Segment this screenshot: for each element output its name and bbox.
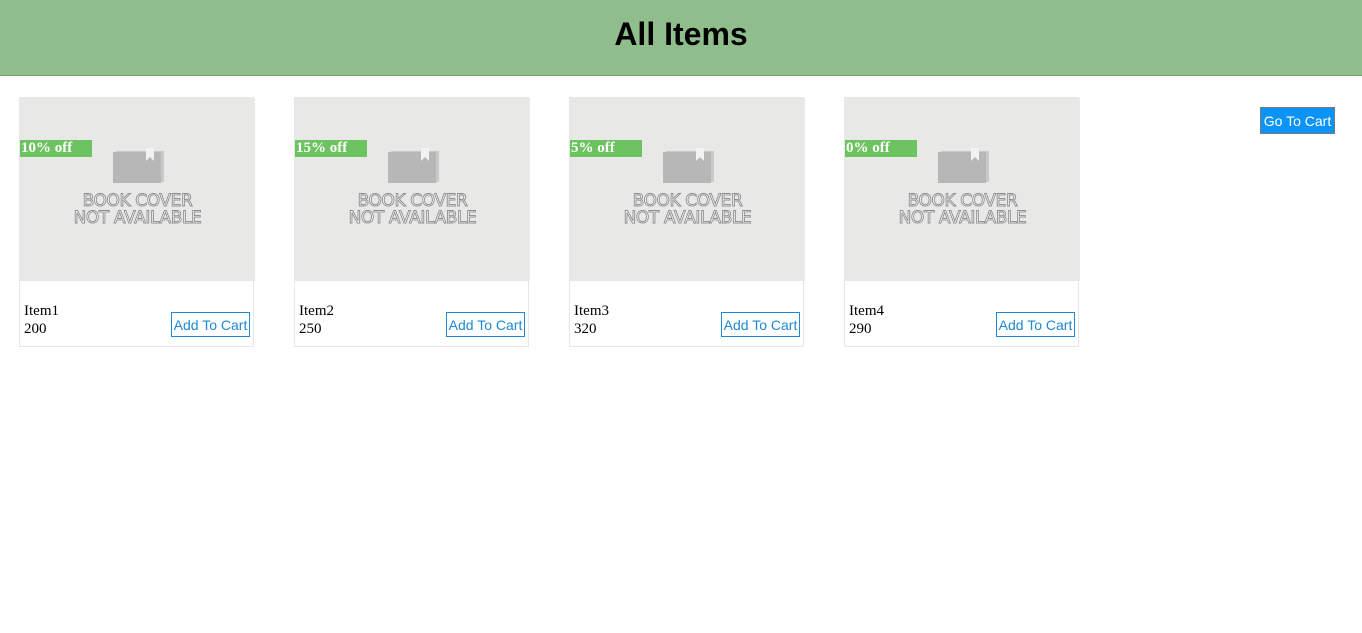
item-price: 250 xyxy=(299,321,322,337)
go-to-cart-button[interactable]: Go To Cart xyxy=(1260,107,1335,134)
add-to-cart-button[interactable]: Add To Cart xyxy=(996,312,1075,337)
page-title: All Items xyxy=(614,16,748,52)
discount-badge: 10% off xyxy=(20,140,92,157)
cover-text-line2: NOT AVAILABLE xyxy=(73,208,202,228)
cover-text-line2: NOT AVAILABLE xyxy=(623,208,752,228)
add-to-cart-button[interactable]: Add To Cart xyxy=(721,312,800,337)
item-name: Item1 xyxy=(24,303,59,319)
book-icon xyxy=(938,148,989,183)
item-price: 290 xyxy=(849,321,872,337)
discount-badge: 5% off xyxy=(570,140,642,157)
item-price: 320 xyxy=(574,321,597,337)
item-name: Item2 xyxy=(299,303,334,319)
add-to-cart-button[interactable]: Add To Cart xyxy=(171,312,250,337)
page-header: All Items xyxy=(0,0,1362,76)
add-to-cart-button[interactable]: Add To Cart xyxy=(446,312,525,337)
product-card: BOOK COVER NOT AVAILABLE 0% off Item4 29… xyxy=(844,97,1080,347)
book-icon xyxy=(663,148,714,183)
product-card: BOOK COVER NOT AVAILABLE 5% off Item3 32… xyxy=(569,97,805,347)
cover-text-line2: NOT AVAILABLE xyxy=(898,208,1027,228)
book-cover-placeholder: BOOK COVER NOT AVAILABLE 10% off xyxy=(20,98,255,281)
item-name: Item3 xyxy=(574,303,609,319)
item-name: Item4 xyxy=(849,303,884,319)
cover-text-line2: NOT AVAILABLE xyxy=(348,208,477,228)
book-cover-placeholder: BOOK COVER NOT AVAILABLE 15% off xyxy=(295,98,530,281)
product-card: BOOK COVER NOT AVAILABLE 10% off Item1 2… xyxy=(19,97,255,347)
book-icon xyxy=(388,148,439,183)
item-price: 200 xyxy=(24,321,47,337)
book-icon xyxy=(113,148,164,183)
discount-badge: 0% off xyxy=(845,140,917,157)
book-cover-placeholder: BOOK COVER NOT AVAILABLE 5% off xyxy=(570,98,805,281)
discount-badge: 15% off xyxy=(295,140,367,157)
product-card: BOOK COVER NOT AVAILABLE 15% off Item2 2… xyxy=(294,97,530,347)
book-cover-placeholder: BOOK COVER NOT AVAILABLE 0% off xyxy=(845,98,1080,281)
